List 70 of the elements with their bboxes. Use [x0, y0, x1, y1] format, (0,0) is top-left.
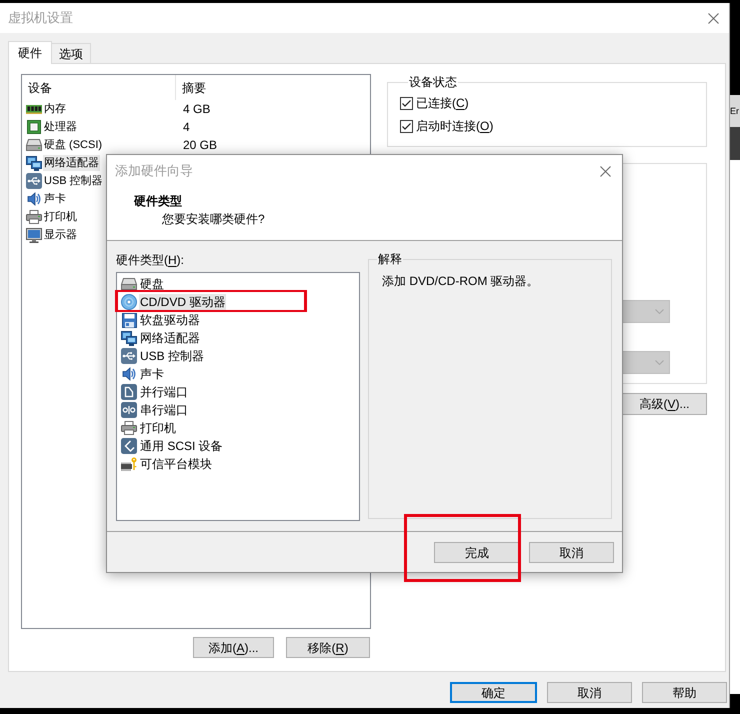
- device-summary: 4 GB: [182, 101, 210, 118]
- device-name[interactable]: 显示器: [43, 227, 78, 243]
- close-button[interactable]: [705, 10, 721, 26]
- hardware-type-item[interactable]: 软盘驱动器: [121, 312, 201, 328]
- speaker-icon: [27, 191, 41, 207]
- window-title: 虚拟机设置: [8, 9, 73, 28]
- checkbox-label[interactable]: 已连接(C): [416, 94, 469, 112]
- column-header[interactable]: 摘要: [182, 78, 206, 96]
- checkbox[interactable]: [400, 96, 413, 110]
- background-window-label: Er: [730, 95, 740, 127]
- dialog-button[interactable]: 取消: [547, 682, 632, 703]
- hard-drive-icon: [121, 278, 137, 290]
- computers-icon: [121, 330, 137, 346]
- dialog-button[interactable]: 完成: [434, 542, 520, 563]
- printer-icon: [121, 421, 137, 435]
- usb-icon: [26, 173, 42, 189]
- memory-module-icon: [26, 104, 42, 114]
- device-summary: 20 GB: [182, 137, 218, 154]
- group-title: 设备状态: [408, 74, 458, 90]
- group-title: 解释: [377, 251, 403, 267]
- checkbox[interactable]: [400, 120, 413, 132]
- device-name[interactable]: 内存: [43, 101, 67, 117]
- advanced-button[interactable]: 高级(V)...: [622, 393, 707, 415]
- monitor-icon: [26, 228, 42, 242]
- add-button[interactable]: 添加(A)...: [193, 637, 274, 658]
- hardware-type-item[interactable]: 打印机: [121, 420, 177, 436]
- column-header[interactable]: 设备: [28, 78, 52, 96]
- scsi-device-icon: [121, 438, 137, 454]
- hard-drive-icon: [26, 139, 42, 151]
- chip-icon: [27, 120, 41, 134]
- chip-key-icon: [121, 456, 137, 472]
- device-summary: 4: [182, 119, 190, 136]
- remove-button[interactable]: 移除(R): [286, 637, 370, 658]
- close-button[interactable]: [597, 163, 613, 179]
- parallel-port-icon: [121, 384, 137, 400]
- hardware-type-item[interactable]: 硬盘: [121, 276, 165, 292]
- close-icon: [600, 166, 610, 176]
- hardware-type-item[interactable]: USB 控制器: [121, 348, 206, 364]
- hardware-type-item[interactable]: 可信平台模块: [121, 456, 213, 472]
- speaker-icon: [122, 366, 136, 382]
- tab[interactable]: 硬件: [8, 41, 52, 64]
- list-label: 硬件类型(H):: [116, 252, 184, 269]
- close-icon: [708, 12, 718, 24]
- hardware-type-item[interactable]: 通用 SCSI 设备: [121, 438, 224, 454]
- chevron-down-icon: [655, 360, 664, 365]
- wizard-heading: 硬件类型: [134, 193, 182, 210]
- device-name[interactable]: 声卡: [43, 191, 67, 207]
- dialog-title: 添加硬件向导: [115, 162, 193, 180]
- device-name[interactable]: 网络适配器: [43, 155, 100, 171]
- device-name[interactable]: 硬盘 (SCSI): [43, 137, 104, 153]
- tab[interactable]: 选项: [52, 43, 91, 63]
- dialog-button[interactable]: 确定: [450, 682, 537, 703]
- checkbox-label[interactable]: 启动时连接(O): [416, 117, 494, 135]
- dialog-button[interactable]: 取消: [529, 542, 614, 563]
- wizard-question: 您要安装哪类硬件?: [162, 211, 265, 228]
- hardware-type-item[interactable]: 网络适配器: [121, 330, 201, 346]
- printer-icon: [26, 210, 42, 224]
- device-name[interactable]: 打印机: [43, 209, 78, 225]
- hardware-type-item[interactable]: 声卡: [121, 366, 165, 382]
- explanation-text: 添加 DVD/CD-ROM 驱动器。: [382, 273, 540, 289]
- disc-icon: [121, 294, 137, 310]
- device-name[interactable]: USB 控制器: [43, 173, 104, 189]
- serial-port-icon: [121, 402, 137, 418]
- computers-icon: [26, 156, 42, 170]
- usb-icon: [121, 348, 137, 364]
- hardware-type-item[interactable]: 并行端口: [121, 384, 189, 400]
- dialog-button[interactable]: 帮助: [642, 682, 727, 703]
- chevron-down-icon: [655, 309, 664, 314]
- device-name[interactable]: 处理器: [43, 119, 78, 135]
- hardware-type-item[interactable]: 串行端口: [121, 402, 189, 418]
